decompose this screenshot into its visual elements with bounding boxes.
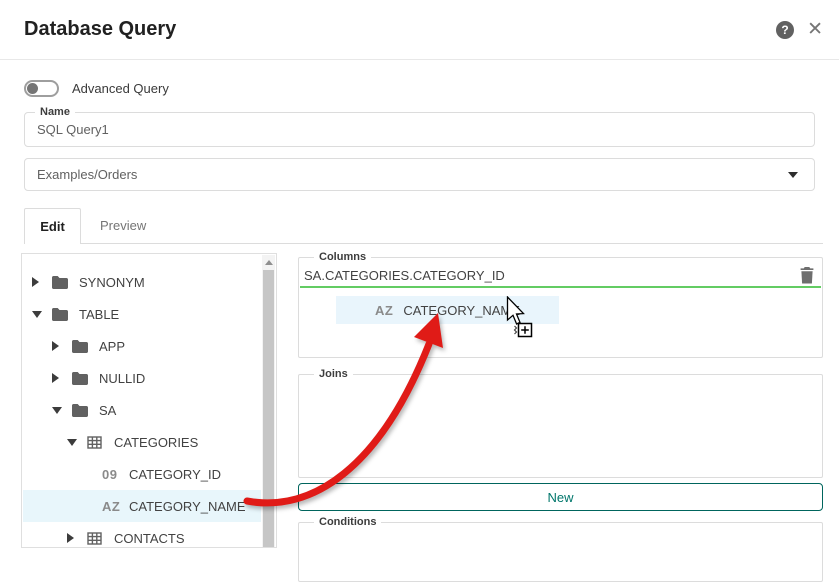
tree-item-sa[interactable]: SA: [23, 394, 261, 426]
tree-item-nullid[interactable]: NULLID: [23, 362, 261, 394]
new-button[interactable]: New: [298, 483, 823, 511]
name-field-label: Name: [35, 106, 75, 119]
chevron-expanded-icon[interactable]: [67, 439, 87, 446]
delete-column-icon[interactable]: [800, 267, 814, 284]
tree-item-label: CATEGORY_NAME: [129, 499, 246, 514]
conditions-legend: Conditions: [314, 516, 381, 529]
tree-item-categories[interactable]: CATEGORIES: [23, 426, 261, 458]
drag-ghost-label: CATEGORY_NAME: [403, 303, 520, 318]
text-type-icon: AZ: [102, 499, 122, 514]
joins-legend: Joins: [314, 368, 353, 381]
conditions-section: Conditions: [298, 522, 823, 582]
tree-item-category_id[interactable]: 09 CATEGORY_ID: [23, 458, 261, 490]
folder-icon: [72, 340, 92, 353]
schema-tree: SYNONYM TABLE APP NULLID SA CATEGORIES 09 CATEG…: [23, 266, 261, 548]
folder-icon: [52, 308, 72, 321]
datasource-dropdown-value: Examples/Orders: [25, 167, 137, 182]
chevron-expanded-icon[interactable]: [52, 407, 72, 414]
folder-icon: [72, 372, 92, 385]
numeric-type-icon: 09: [102, 467, 122, 482]
chevron-collapsed-icon[interactable]: [32, 277, 52, 287]
tree-item-synonym[interactable]: SYNONYM: [23, 266, 261, 298]
table-icon: [87, 436, 107, 449]
tab-preview[interactable]: Preview: [81, 207, 165, 243]
advanced-query-label: Advanced Query: [72, 81, 169, 96]
tree-item-label: CATEGORY_ID: [129, 467, 221, 482]
columns-legend: Columns: [314, 251, 371, 264]
tree-item-label: SYNONYM: [79, 275, 145, 290]
tab-edit[interactable]: Edit: [24, 208, 81, 244]
advanced-query-row: Advanced Query: [24, 80, 169, 97]
chevron-collapsed-icon[interactable]: [52, 341, 72, 351]
column-value: SA.CATEGORIES.CATEGORY_ID: [300, 268, 505, 283]
query-builder-panel: Columns SA.CATEGORIES.CATEGORY_ID AZ CAT…: [298, 0, 823, 543]
text-type-icon: AZ: [375, 303, 393, 318]
tree-item-label: CONTACTS: [114, 531, 185, 546]
chevron-expanded-icon[interactable]: [32, 311, 52, 318]
advanced-query-toggle[interactable]: [24, 80, 59, 97]
tree-item-label: NULLID: [99, 371, 145, 386]
tree-scrollbar[interactable]: [262, 255, 275, 548]
folder-icon: [52, 276, 72, 289]
tree-item-contacts[interactable]: CONTACTS: [23, 522, 261, 548]
columns-section: Columns SA.CATEGORIES.CATEGORY_ID AZ CAT…: [298, 257, 823, 358]
tree-item-table[interactable]: TABLE: [23, 298, 261, 330]
tree-item-label: CATEGORIES: [114, 435, 198, 450]
joins-section: Joins: [298, 374, 823, 478]
chevron-collapsed-icon[interactable]: [52, 373, 72, 383]
tree-item-category_name[interactable]: AZ CATEGORY_NAME: [23, 490, 261, 522]
schema-tree-panel: SYNONYM TABLE APP NULLID SA CATEGORIES 09 CATEG…: [21, 253, 277, 548]
scrollbar-thumb[interactable]: [263, 270, 274, 548]
tree-item-label: TABLE: [79, 307, 119, 322]
tree-item-label: SA: [99, 403, 116, 418]
scroll-up-icon[interactable]: [262, 255, 275, 269]
column-row[interactable]: SA.CATEGORIES.CATEGORY_ID: [300, 265, 821, 288]
tree-item-label: APP: [99, 339, 125, 354]
chevron-collapsed-icon[interactable]: [67, 533, 87, 543]
tree-item-app[interactable]: APP: [23, 330, 261, 362]
drag-copy-cursor-icon: [506, 296, 536, 345]
toggle-knob-icon: [27, 83, 38, 94]
folder-icon: [72, 404, 92, 417]
dialog-title: Database Query: [24, 18, 176, 41]
